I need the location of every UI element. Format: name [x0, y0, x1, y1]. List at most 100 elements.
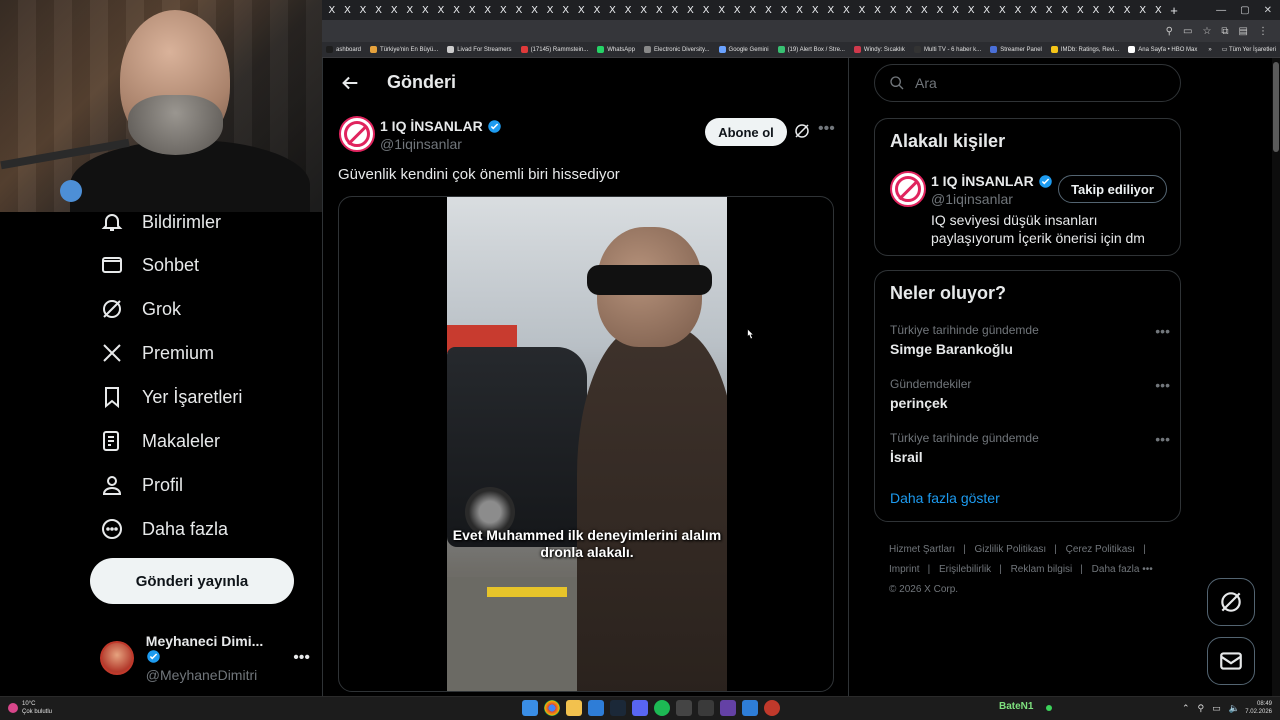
tab-close-icon[interactable]: X [839, 5, 855, 16]
nav-item-more[interactable]: Daha fazla [100, 517, 228, 541]
tab-close-icon[interactable]: X [792, 5, 808, 16]
cast-icon[interactable]: ▭ [1183, 26, 1192, 37]
tab-close-icon[interactable]: X [402, 5, 418, 16]
account-more-icon[interactable]: ••• [293, 649, 310, 667]
bookmark-item[interactable]: WhatsApp [597, 46, 635, 53]
tab-close-icon[interactable]: X [386, 5, 402, 16]
tab-close-icon[interactable]: X [340, 5, 356, 16]
tab-close-icon[interactable]: X [667, 5, 683, 16]
sidebar-toggle-icon[interactable]: ▤ [1239, 26, 1248, 37]
file-explorer-icon[interactable] [566, 700, 582, 716]
nav-item-articles[interactable]: Makaleler [100, 429, 220, 453]
tab-close-icon[interactable]: X [714, 5, 730, 16]
following-button[interactable]: Takip ediliyor [1058, 175, 1167, 203]
footer-link[interactable]: Imprint [889, 564, 920, 575]
tab-close-icon[interactable]: X [963, 5, 979, 16]
app-icon[interactable] [588, 700, 604, 716]
extensions-icon[interactable]: ⧉ [1221, 26, 1228, 37]
spotify-icon[interactable] [654, 700, 670, 716]
video-player[interactable]: Evet Muhammed ilk deneyimlerini alalım d… [447, 197, 727, 691]
tab-close-icon[interactable]: X [885, 5, 901, 16]
nav-item-notifications[interactable]: Bildirimler [100, 210, 221, 234]
grok-fab-button[interactable] [1207, 578, 1255, 626]
tab-close-icon[interactable]: X [1119, 5, 1135, 16]
bookmark-item[interactable]: Streamer Panel [990, 46, 1042, 53]
tab-close-icon[interactable]: X [527, 5, 543, 16]
tab-close-icon[interactable]: X [449, 5, 465, 16]
windows-start-icon[interactable] [522, 700, 538, 716]
messages-fab-button[interactable] [1207, 637, 1255, 685]
tab-close-icon[interactable]: X [464, 5, 480, 16]
nav-item-grok[interactable]: Grok [100, 297, 181, 321]
trend-item[interactable]: Türkiye tarihinde gündemde Simge Baranko… [890, 323, 1170, 357]
tab-close-icon[interactable]: X [651, 5, 667, 16]
tab-close-icon[interactable]: X [620, 5, 636, 16]
tab-close-icon[interactable]: X [683, 5, 699, 16]
scrollbar-track[interactable] [1272, 58, 1280, 696]
subscribe-button[interactable]: Abone ol [705, 118, 787, 146]
network-icon[interactable]: ⚲ [1198, 703, 1205, 714]
tab-close-icon[interactable]: X [776, 5, 792, 16]
tab-close-icon[interactable]: X [729, 5, 745, 16]
star-icon[interactable]: ☆ [1202, 26, 1211, 37]
bookmark-item[interactable]: ashboard [326, 46, 361, 53]
tab-close-icon[interactable]: X [1150, 5, 1166, 16]
tab-close-icon[interactable]: X [917, 5, 933, 16]
related-handle[interactable]: @1iqinsanlar [931, 191, 1013, 207]
tab-close-icon[interactable]: X [636, 5, 652, 16]
tray-chevron-icon[interactable]: ⌃ [1182, 703, 1190, 714]
tab-close-icon[interactable]: X [1057, 5, 1073, 16]
post-media[interactable]: Evet Muhammed ilk deneyimlerini alalım d… [338, 196, 834, 692]
all-bookmarks-link[interactable]: ▭ Tüm Yer İşaretleri [1222, 46, 1276, 53]
trend-item[interactable]: Türkiye tarihinde gündemde İsrail ••• [890, 431, 1170, 465]
bookmark-item[interactable]: Livad For Streamers [447, 46, 512, 53]
bookmark-item[interactable]: (19) Alert Box / Stre... [777, 46, 845, 53]
bookmark-item[interactable]: IMDb: Ratings, Revi... [1050, 46, 1119, 53]
tab-close-icon[interactable]: X [901, 5, 917, 16]
bookmark-item[interactable]: Multi TV - 6 haber k... [913, 46, 981, 53]
nav-item-profile[interactable]: Profil [100, 473, 183, 497]
bookmark-item[interactable]: Ana Sayfa • HBO Max [1128, 46, 1197, 53]
footer-link[interactable]: Daha fazla ••• [1092, 564, 1153, 575]
related-avatar[interactable] [890, 171, 926, 207]
post-author-name-row[interactable]: 1 IQ İNSANLAR [380, 118, 502, 134]
footer-link[interactable]: Erişilebilirlik [939, 564, 991, 575]
streamer-label[interactable]: BateN1 [999, 701, 1033, 712]
tab-close-icon[interactable]: X [698, 5, 714, 16]
trend-more-icon[interactable]: ••• [1155, 377, 1170, 393]
show-more-link[interactable]: Daha fazla göster [890, 490, 1000, 506]
tab-close-icon[interactable]: X [1041, 5, 1057, 16]
tab-close-icon[interactable]: X [932, 5, 948, 16]
steam-icon[interactable] [610, 700, 626, 716]
nav-item-chat[interactable]: Sohbet [100, 253, 199, 277]
account-switcher[interactable]: Meyhaneci Dimi... @MeyhaneDimitri ••• [100, 633, 310, 683]
tab-close-icon[interactable]: X [979, 5, 995, 16]
back-arrow-icon[interactable] [339, 72, 361, 94]
zoom-icon[interactable]: ⚲ [1166, 26, 1173, 37]
volume-icon[interactable]: 🔈 [1229, 703, 1240, 714]
tab-close-icon[interactable]: X [870, 5, 886, 16]
grok-icon[interactable] [793, 122, 811, 140]
tab-close-icon[interactable]: X [433, 5, 449, 16]
maximize-icon[interactable]: ▢ [1240, 5, 1249, 16]
tab-close-icon[interactable]: X [589, 5, 605, 16]
nav-item-bookmarks[interactable]: Yer İşaretleri [100, 385, 242, 409]
footer-link[interactable]: Hizmet Şartları [889, 544, 955, 555]
chrome-icon[interactable] [544, 700, 560, 716]
post-more-icon[interactable]: ••• [818, 120, 835, 138]
bookmark-item[interactable]: Türkiye'nin En Büyü... [370, 46, 438, 53]
bookmarks-overflow-icon[interactable]: » [1208, 47, 1211, 53]
app-icon[interactable] [742, 700, 758, 716]
tab-close-icon[interactable]: X [511, 5, 527, 16]
trend-item[interactable]: Gündemdekiler perinçek ••• [890, 377, 1170, 411]
tab-close-icon[interactable]: X [542, 5, 558, 16]
tab-close-icon[interactable]: X [496, 5, 512, 16]
monitor-icon[interactable]: ▭ [1212, 703, 1221, 714]
tab-close-icon[interactable]: X [355, 5, 371, 16]
tab-close-icon[interactable]: X [745, 5, 761, 16]
post-author-handle[interactable]: @1iqinsanlar [380, 136, 462, 152]
tab-close-icon[interactable]: X [1104, 5, 1120, 16]
bookmark-item[interactable]: Google Gemini [718, 46, 769, 53]
minimize-icon[interactable]: — [1216, 5, 1226, 16]
footer-link[interactable]: Çerez Politikası [1066, 544, 1135, 555]
